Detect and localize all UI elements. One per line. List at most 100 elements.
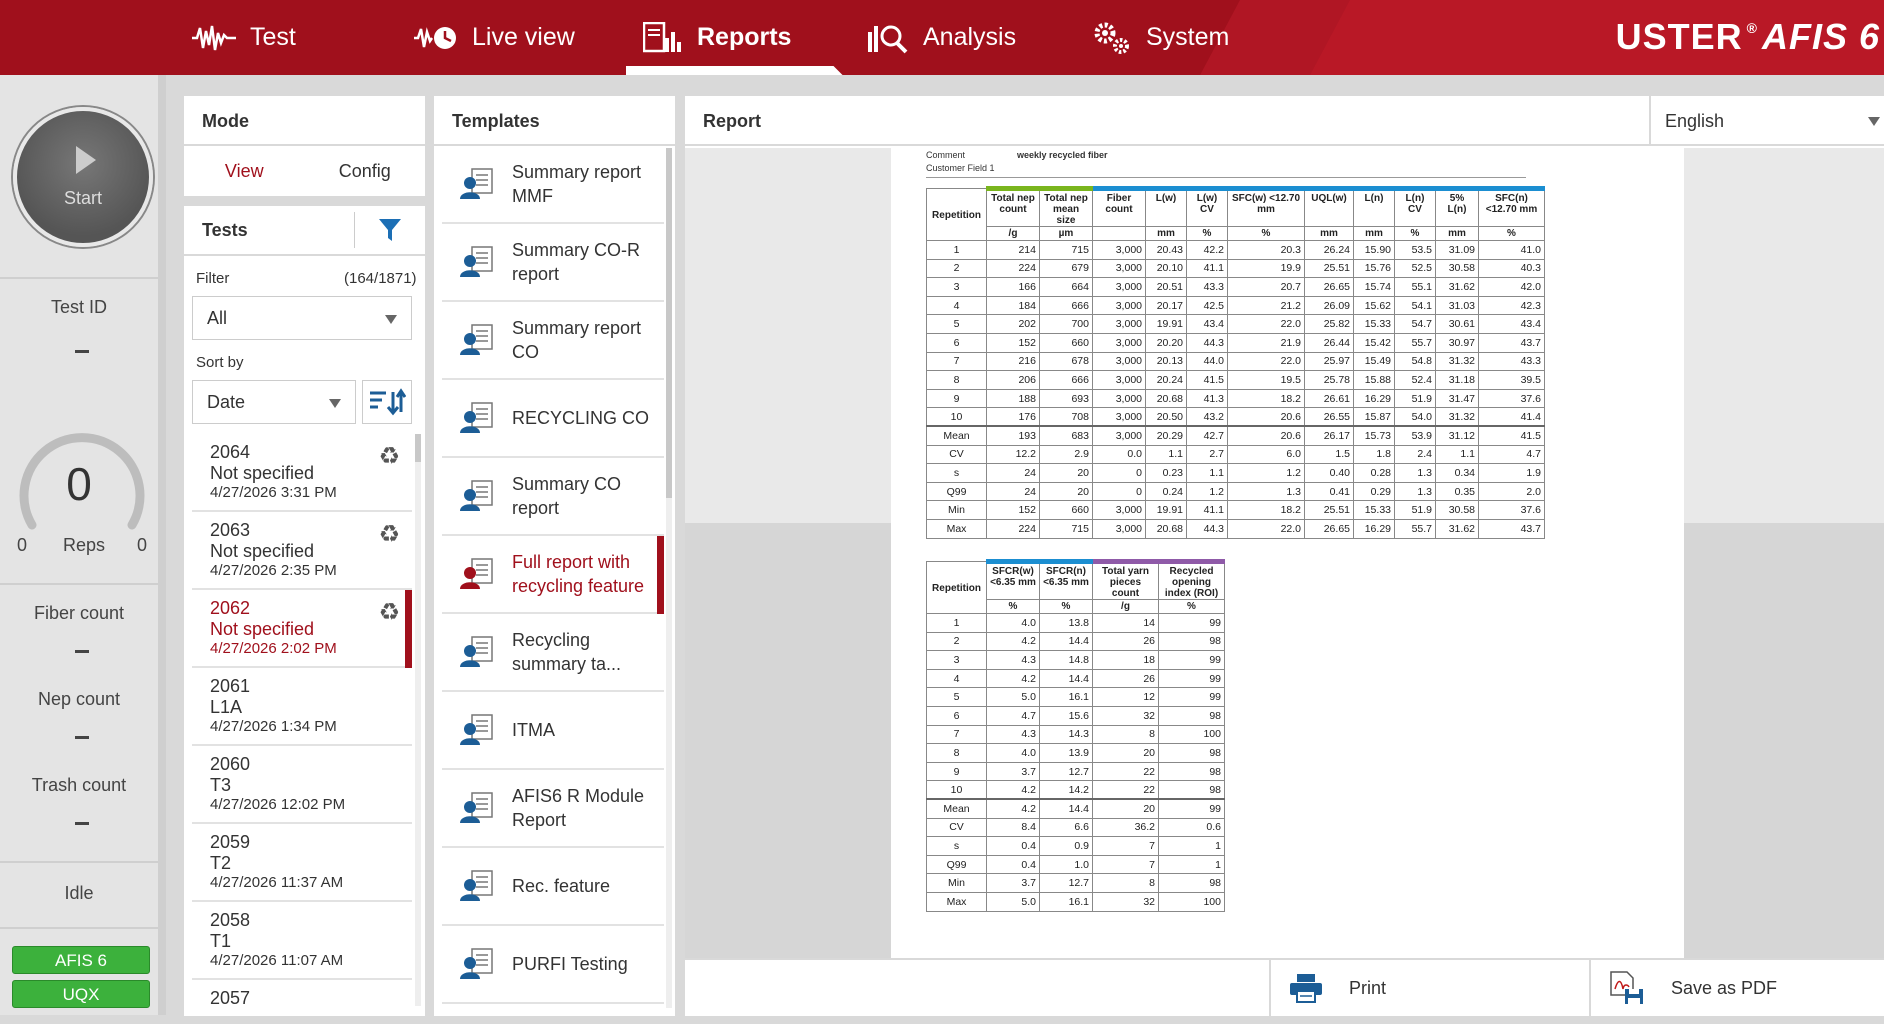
recycle-icon: ♻ — [378, 599, 400, 626]
filter-button[interactable] — [355, 217, 425, 243]
nav-tab-live-view[interactable]: Live view — [414, 0, 575, 75]
table-cell: 41.1 — [1186, 258, 1228, 279]
table-cell: 679 — [1039, 258, 1093, 279]
analysis-icon — [868, 25, 908, 53]
nav-tab-analysis[interactable]: Analysis — [867, 0, 1016, 75]
start-button[interactable]: Start — [13, 107, 153, 247]
table-cell: 6.0 — [1227, 444, 1305, 465]
table-cell: 55.7 — [1394, 332, 1436, 353]
test-date: 4/27/2026 2:02 PM — [210, 640, 337, 657]
table-cell: CV — [926, 444, 987, 465]
template-list-item[interactable]: Rec. feature — [442, 848, 664, 926]
test-list-item[interactable]: 2061 L1A 4/27/2026 1:34 PM — [192, 668, 412, 746]
divider — [0, 927, 158, 929]
sort-select[interactable]: Date — [192, 380, 356, 424]
table-cell: 98 — [1158, 743, 1225, 763]
template-list-item[interactable]: Summary report MMF — [442, 146, 664, 224]
gears-icon — [1094, 22, 1129, 54]
nav-tab-test[interactable]: Test — [192, 0, 296, 75]
template-list-item[interactable]: ITMA — [442, 692, 664, 770]
template-list-item[interactable]: Summary CO-R report — [442, 224, 664, 302]
table-cell: 25.82 — [1304, 314, 1354, 334]
table-cell: 55.7 — [1394, 518, 1436, 539]
test-list-item[interactable]: 2062 Not specified 4/27/2026 2:02 PM ♻ — [192, 590, 412, 668]
table-cell: Q99 — [926, 481, 987, 502]
test-list-item[interactable]: 2059 T2 4/27/2026 11:37 AM — [192, 824, 412, 902]
table-cell: 31.32 — [1435, 407, 1479, 427]
table-cell: 1.3 — [1394, 463, 1436, 483]
table-cell: 715 — [1039, 240, 1093, 260]
table-cell: 0.29 — [1353, 481, 1395, 502]
reps-min: 0 — [17, 535, 28, 555]
table-cell: 176 — [986, 407, 1040, 427]
test-list-item[interactable]: 2064 Not specified 4/27/2026 3:31 PM ♻ — [192, 434, 412, 512]
table-cell: 24 — [986, 463, 1040, 483]
table-cell: 54.7 — [1394, 314, 1436, 334]
table-cell: 41.0 — [1478, 240, 1545, 260]
nav-tab-reports[interactable]: Reports — [643, 0, 791, 75]
template-list-item[interactable]: Full report with recycling feature — [442, 536, 664, 614]
template-list-item[interactable]: Summary report CO — [442, 302, 664, 380]
table-cell: 664 — [1039, 277, 1093, 297]
test-list-scrollbar[interactable] — [415, 434, 421, 1006]
table-cell: 18.2 — [1227, 500, 1305, 520]
filter-select[interactable]: All — [192, 296, 412, 340]
col-unit: µm — [1039, 226, 1093, 241]
language-select[interactable]: English — [1649, 96, 1884, 146]
test-list-scrollbar-thumb[interactable] — [415, 434, 421, 462]
table-cell: 5 — [926, 687, 987, 707]
test-list-item[interactable]: 2060 T3 4/27/2026 12:02 PM — [192, 746, 412, 824]
table-cell: 32 — [1092, 705, 1159, 726]
reports-icon — [643, 21, 681, 52]
table-cell: 26.65 — [1304, 518, 1354, 539]
print-button[interactable]: Print — [1269, 960, 1589, 1016]
report-template-icon — [460, 558, 493, 589]
meta-custom-field-label: Customer Field 1 — [926, 163, 995, 173]
table-cell: 44.0 — [1186, 351, 1228, 372]
table-cell: 152 — [986, 332, 1040, 353]
table-cell: 22 — [1092, 761, 1159, 782]
save-pdf-button[interactable]: Save as PDF — [1589, 960, 1884, 1016]
table-cell: 16.29 — [1353, 388, 1395, 409]
table-cell: 4.0 — [986, 613, 1040, 633]
template-list-item[interactable]: Summary CO report — [442, 458, 664, 536]
table-cell: 3 — [926, 650, 987, 670]
table-cell: 193 — [986, 425, 1040, 446]
test-list-item[interactable]: 2058 T1 4/27/2026 11:07 AM — [192, 902, 412, 980]
brand-product: AFIS 6 — [1761, 16, 1880, 57]
table-cell: 26.09 — [1304, 295, 1354, 316]
nav-tab-system[interactable]: System — [1092, 0, 1229, 75]
template-list-item[interactable]: Recycling summary ta... — [442, 614, 664, 692]
table-cell: 715 — [1039, 518, 1093, 539]
table-cell: 666 — [1039, 295, 1093, 316]
table-cell: 0.40 — [1304, 463, 1354, 483]
template-list-item[interactable]: RECYCLING CO — [442, 380, 664, 458]
table-cell: 41.1 — [1186, 500, 1228, 520]
report-preview[interactable]: Comment weekly recycled fiber Customer F… — [685, 148, 1884, 958]
table-cell: Mean — [926, 425, 987, 446]
table-cell: 99 — [1158, 798, 1225, 819]
template-list-item[interactable]: AFIS6 R Module Report — [442, 770, 664, 848]
template-list: Summary report MMF Summary CO-R report Sum… — [442, 146, 664, 1008]
table-cell: Max — [926, 891, 987, 912]
reps-label: Reps — [63, 535, 106, 555]
table-cell: 22.0 — [1227, 351, 1305, 372]
meta-comment-label: Comment — [926, 150, 966, 160]
test-name: T3 — [210, 775, 232, 795]
table-cell: 1.2 — [1227, 463, 1305, 483]
table-cell: 0.4 — [986, 854, 1040, 875]
table-row: 8 206 666 3,000 20.24 41.5 19.5 25.78 15.88 52.4 3… — [926, 370, 1545, 390]
sort-direction-button[interactable] — [362, 380, 412, 424]
table-cell: 31.03 — [1435, 295, 1479, 316]
mode-tab-config[interactable]: Config — [305, 161, 426, 182]
table-cell: 0.41 — [1304, 481, 1354, 502]
template-list-scrollbar-thumb[interactable] — [666, 148, 672, 498]
test-date: 4/27/2026 2:35 PM — [210, 562, 337, 579]
table-row: 4 184 666 3,000 20.17 42.5 21.2 26.09 15.62 54.1 3… — [926, 295, 1545, 316]
template-list-item[interactable]: PURFI Testing — [442, 926, 664, 1004]
test-list-item[interactable]: 2063 Not specified 4/27/2026 2:35 PM ♻ — [192, 512, 412, 590]
nav-tab-label: System — [1146, 23, 1230, 51]
test-list-item[interactable]: 2057 — [192, 980, 412, 1012]
mode-tab-view[interactable]: View — [184, 161, 305, 182]
table-row: 5 5.0 16.1 12 99 — [926, 687, 1225, 707]
